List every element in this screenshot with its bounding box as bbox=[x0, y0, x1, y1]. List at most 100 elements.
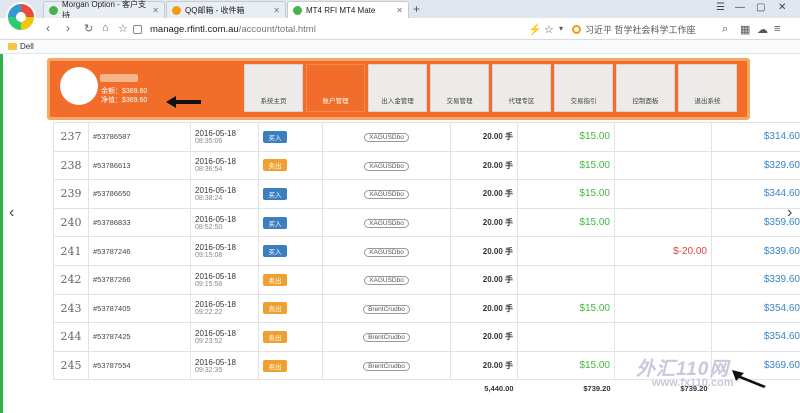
datetime-cell: 2016-05-18 08:35:06 bbox=[190, 122, 259, 152]
table-row: 244 #53787425 2016-05-18 09:23:52 卖出 BrentCru… bbox=[53, 322, 800, 352]
row-index: 239 bbox=[53, 179, 89, 209]
site-header: 余额：$369.60 净值：$369.60 系统主页 账户管理 出入金管理 交易… bbox=[47, 58, 750, 120]
tab-favicon-icon bbox=[172, 5, 181, 15]
datetime-cell: 2016-05-18 08:38:24 bbox=[190, 179, 259, 209]
close-window-icon[interactable]: ✕ bbox=[778, 2, 786, 13]
row-index: 244 bbox=[53, 322, 89, 352]
tab-mt4-mate[interactable]: MT4 RFI MT4 Mate ✕ bbox=[287, 1, 409, 18]
dropdown-chevron-icon[interactable]: ▾ bbox=[559, 24, 563, 33]
side-cell: 卖出 bbox=[258, 322, 323, 352]
lots-cell: 20.00 手 bbox=[450, 322, 518, 352]
lots-cell: 20.00 手 bbox=[450, 207, 518, 238]
datetime-cell: 2016-05-18 09:23:52 bbox=[190, 322, 259, 352]
side-cell: 卖出 bbox=[258, 150, 323, 181]
tab-qq-mail[interactable]: QQ邮箱 - 收件箱 ✕ bbox=[166, 1, 286, 18]
lots-cell: 20.00 手 bbox=[450, 122, 518, 152]
row-index: 237 bbox=[53, 122, 89, 152]
avatar[interactable] bbox=[60, 67, 98, 105]
profit-cell: $15.00 bbox=[517, 150, 615, 181]
order-id: #53786613 bbox=[88, 150, 191, 181]
search-input[interactable]: 习近平 哲学社会科学工作座 bbox=[572, 21, 718, 37]
loss-cell bbox=[614, 122, 712, 152]
bookmark-star-icon[interactable]: ☆ bbox=[544, 23, 554, 36]
order-id: #53786650 bbox=[88, 179, 191, 209]
side-cell: 买入 bbox=[258, 179, 323, 209]
close-icon[interactable]: ✕ bbox=[152, 6, 159, 15]
tab-morgan-option[interactable]: Morgan Option - 客户支持 ✕ bbox=[43, 0, 165, 20]
new-tab-icon[interactable]: + bbox=[413, 2, 420, 16]
symbol-badge: XAGUSDbo bbox=[364, 276, 409, 286]
total-profit: $739.20 bbox=[583, 383, 611, 393]
trade-date: 2016-05-18 bbox=[195, 157, 236, 167]
lots-cell: 20.00 手 bbox=[450, 179, 518, 209]
menu-item-funds[interactable]: 出入金管理 bbox=[368, 64, 427, 112]
maximize-icon[interactable]: ▢ bbox=[756, 2, 765, 13]
menu-item-trading[interactable]: 交易管理 bbox=[430, 64, 489, 112]
url-input[interactable]: manage.rfintl.com.au/account/total.html bbox=[133, 21, 563, 37]
symbol-badge: XAGUSDbo bbox=[364, 161, 409, 171]
search-icon[interactable]: ⌕ bbox=[722, 23, 728, 36]
main-menu: 系统主页 账户管理 出入金管理 交易管理 代理专区 交易指引 控制面板 退出系统 bbox=[244, 64, 737, 112]
row-index: 243 bbox=[53, 293, 89, 324]
home-icon[interactable]: ⌂ bbox=[102, 22, 109, 34]
side-cell: 卖出 bbox=[258, 293, 323, 324]
url-host: manage.rfintl.com.au bbox=[150, 23, 239, 35]
symbol-cell: BrentCrudbo bbox=[322, 322, 451, 352]
bookmark-dell[interactable]: Dell bbox=[20, 42, 34, 51]
symbol-cell: XAGUSDbo bbox=[322, 207, 451, 238]
table-row: 239 #53786650 2016-05-18 08:38:24 买入 XAGUSDbo… bbox=[53, 179, 800, 209]
profit-cell bbox=[517, 264, 615, 295]
menu-item-guide[interactable]: 交易指引 bbox=[554, 64, 613, 112]
menu-lines-icon[interactable]: ☰ bbox=[716, 2, 725, 13]
menu-label: 退出系统 bbox=[694, 98, 721, 105]
menu-item-logout[interactable]: 退出系统 bbox=[678, 64, 737, 112]
cloud-icon[interactable]: ☁ bbox=[757, 23, 768, 36]
minimize-icon[interactable]: — bbox=[735, 2, 745, 13]
side-strip bbox=[0, 54, 3, 413]
datetime-cell: 2016-05-18 08:52:50 bbox=[190, 207, 259, 238]
side-cell: 卖出 bbox=[258, 350, 323, 381]
profit-cell: $15.00 bbox=[517, 350, 615, 381]
page-info-icon bbox=[133, 24, 142, 34]
close-icon[interactable]: ✕ bbox=[396, 6, 403, 15]
symbol-cell: BrentCrudbo bbox=[322, 293, 451, 324]
forward-icon[interactable]: › bbox=[66, 21, 70, 35]
menu-item-home[interactable]: 系统主页 bbox=[244, 64, 303, 112]
side-badge: 买入 bbox=[263, 216, 287, 229]
table-row: 242 #53787266 2016-05-18 09:15:58 卖出 XAGUSDbo… bbox=[53, 264, 800, 295]
scroll-left-icon[interactable]: ‹ bbox=[9, 204, 14, 222]
menu-label: 账户管理 bbox=[322, 98, 349, 105]
menu-item-account[interactable]: 账户管理 bbox=[306, 64, 365, 112]
tab-label: QQ邮箱 - 收件箱 bbox=[185, 5, 245, 15]
symbol-cell: XAGUSDbo bbox=[322, 236, 451, 266]
menu-item-control-panel[interactable]: 控制面板 bbox=[616, 64, 675, 112]
balance-cell: $329.60 bbox=[711, 150, 800, 181]
trade-time: 09:22:22 bbox=[195, 309, 223, 317]
menu-item-agent[interactable]: 代理专区 bbox=[492, 64, 551, 112]
symbol-badge: BrentCrudbo bbox=[363, 333, 410, 343]
browser-logo-icon[interactable] bbox=[6, 2, 36, 32]
side-badge: 卖出 bbox=[263, 359, 287, 372]
trade-date: 2016-05-18 bbox=[195, 214, 236, 224]
balance-cell: $339.60 bbox=[711, 236, 800, 266]
table-row: 237 #53786587 2016-05-18 08:35:06 买入 XAGUSDbo… bbox=[53, 122, 800, 152]
balance-cell: $354.60 bbox=[711, 293, 800, 324]
lots-cell: 20.00 手 bbox=[450, 264, 518, 295]
apps-grid-icon[interactable]: ▦ bbox=[740, 23, 750, 36]
back-icon[interactable]: ‹ bbox=[46, 21, 50, 35]
balance-cell: $359.60 bbox=[711, 207, 800, 238]
trade-time: 09:15:58 bbox=[195, 280, 223, 288]
symbol-cell: XAGUSDbo bbox=[322, 150, 451, 181]
side-cell: 买入 bbox=[258, 122, 323, 152]
loss-cell bbox=[614, 179, 712, 209]
menu-label: 出入金管理 bbox=[381, 98, 414, 105]
reload-icon[interactable]: ↻ bbox=[84, 22, 93, 35]
trade-date: 2016-05-18 bbox=[195, 128, 236, 138]
datetime-cell: 2016-05-18 09:15:58 bbox=[190, 264, 259, 295]
menu-label: 交易管理 bbox=[446, 98, 473, 105]
lightning-icon[interactable]: ⚡ bbox=[528, 23, 542, 36]
menu-icon[interactable]: ≡ bbox=[774, 23, 780, 35]
star-icon[interactable]: ☆ bbox=[118, 22, 128, 35]
table-row: 238 #53786613 2016-05-18 08:36:54 卖出 XAGUSDbo… bbox=[53, 150, 800, 181]
close-icon[interactable]: ✕ bbox=[273, 6, 280, 15]
